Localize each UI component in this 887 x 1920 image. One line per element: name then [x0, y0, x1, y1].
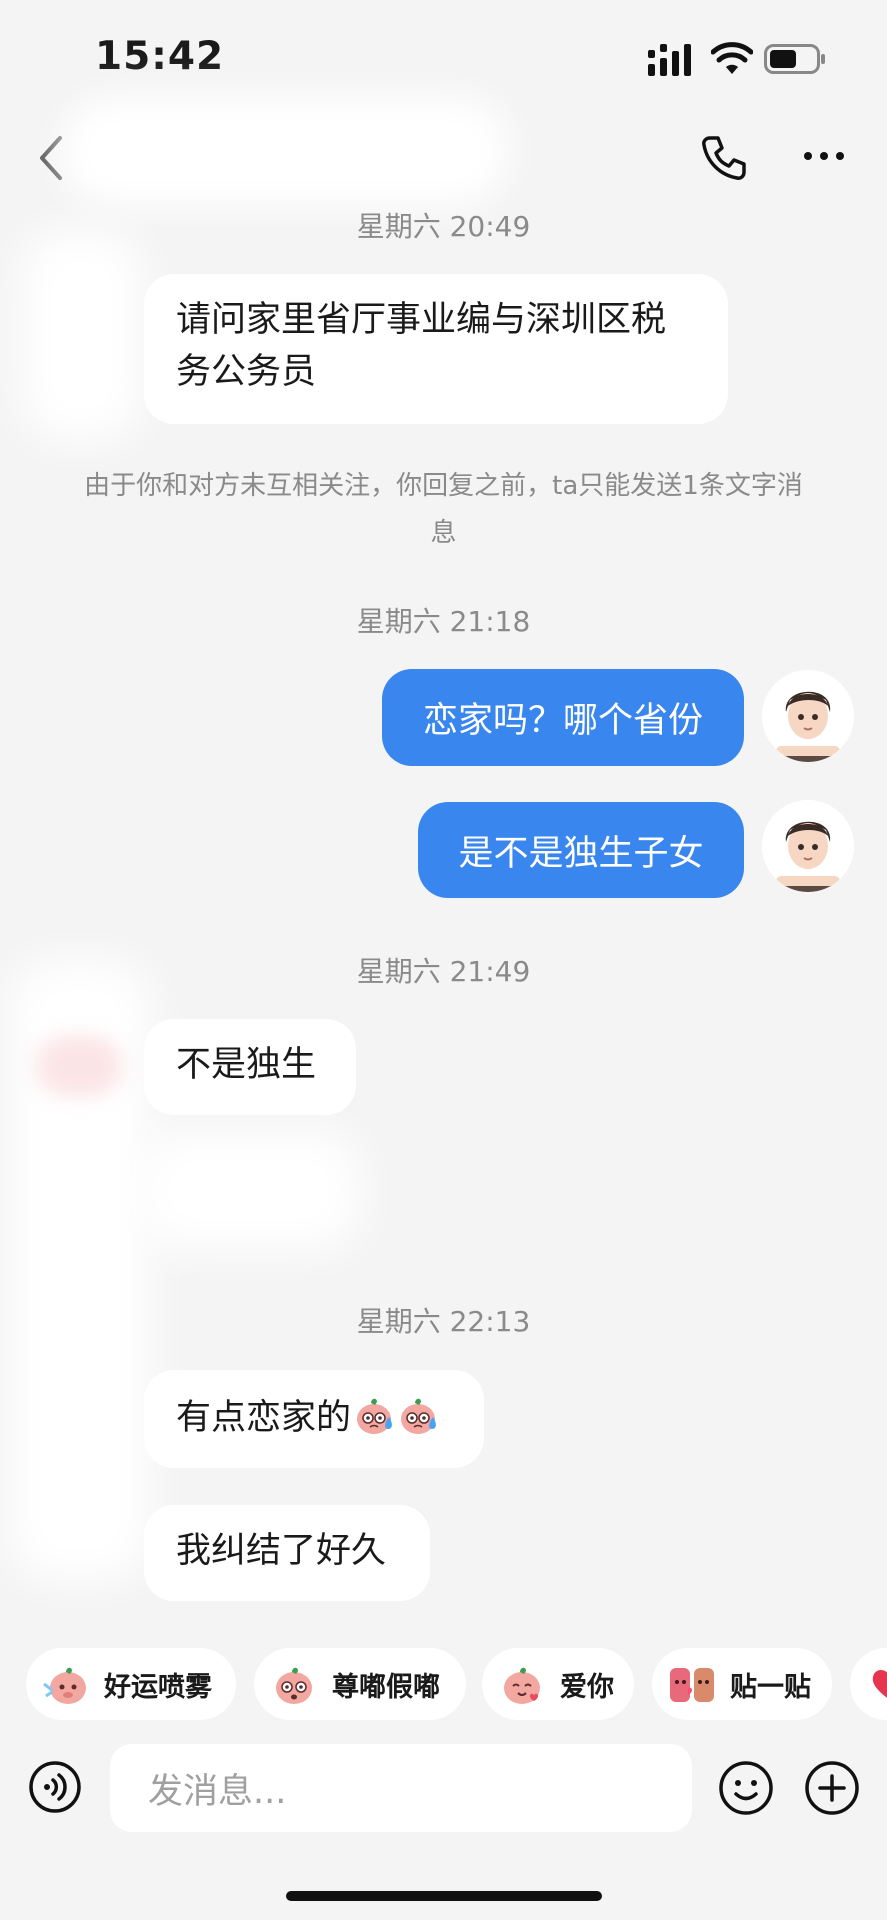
message-bubble-outgoing[interactable]: 恋家吗？哪个省份: [382, 669, 744, 766]
avatar-blurred: [22, 230, 142, 440]
user-avatar[interactable]: [762, 670, 854, 762]
pig-sticker-icon: [276, 1667, 312, 1704]
timestamp: 星期六 21:18: [356, 605, 531, 638]
pig-sticker-icon: [504, 1667, 540, 1704]
more-icon[interactable]: [802, 148, 846, 164]
sweat-emoji-icon: [401, 1398, 436, 1434]
plus-icon[interactable]: [804, 1760, 860, 1816]
battery-icon: [764, 44, 825, 74]
pig-sticker-icon: [43, 1667, 86, 1704]
sticker-chip-love-you[interactable]: 爱你: [482, 1648, 634, 1720]
signal-icon: [648, 44, 691, 76]
user-avatar[interactable]: [762, 800, 854, 892]
sweat-emoji-icon: [357, 1398, 392, 1434]
voice-icon[interactable]: [28, 1760, 82, 1814]
message-input[interactable]: 发消息...: [110, 1744, 692, 1832]
sticker-label: 贴一贴: [730, 1671, 811, 1703]
timestamp: 星期六 21:49: [356, 955, 531, 988]
sticker-chip-stick[interactable]: 贴一贴: [652, 1648, 832, 1720]
status-time: 15:42: [95, 34, 225, 79]
system-notice: 由于你和对方未互相关注，你回复之前，ta只能发送1条文字消息: [84, 471, 803, 548]
avatar-icon: [762, 800, 854, 892]
sticker-label: 尊嘟假嘟: [332, 1671, 440, 1703]
hug-sticker-icon: [670, 1668, 714, 1702]
message-bubble-outgoing[interactable]: 是不是独生子女: [418, 802, 744, 898]
message-bubble-incoming[interactable]: 不是独生: [144, 1019, 356, 1115]
phone-icon[interactable]: [700, 134, 748, 182]
sticker-label: 好运喷雾: [104, 1671, 212, 1703]
wifi-icon: [711, 42, 753, 74]
avatar-icon: [762, 670, 854, 762]
message-text: 有点恋家的: [176, 1398, 352, 1438]
sticker-chip-good-luck[interactable]: 好运喷雾: [26, 1648, 236, 1720]
heart-sticker-icon: [872, 1670, 887, 1698]
message-bubble-incoming[interactable]: 有点恋家的: [144, 1370, 484, 1468]
timestamp: 星期六 20:49: [356, 210, 531, 243]
input-placeholder: 发消息...: [148, 1771, 287, 1812]
timestamp: 星期六 22:13: [356, 1305, 531, 1338]
message-bubble-incoming[interactable]: 我纠结了好久: [144, 1505, 430, 1601]
sticker-label: 爱你: [560, 1671, 614, 1703]
message-bubble-incoming[interactable]: 请问家里省厅事业编与深圳区税务公务员: [144, 274, 728, 424]
sticker-chip-really[interactable]: 尊嘟假嘟: [254, 1648, 466, 1720]
emoji-icon[interactable]: [718, 1760, 774, 1816]
contact-name-blurred: [60, 96, 510, 206]
message-blurred: [140, 1130, 360, 1250]
avatar-blurred: [36, 1036, 122, 1096]
home-indicator[interactable]: [286, 1891, 602, 1901]
